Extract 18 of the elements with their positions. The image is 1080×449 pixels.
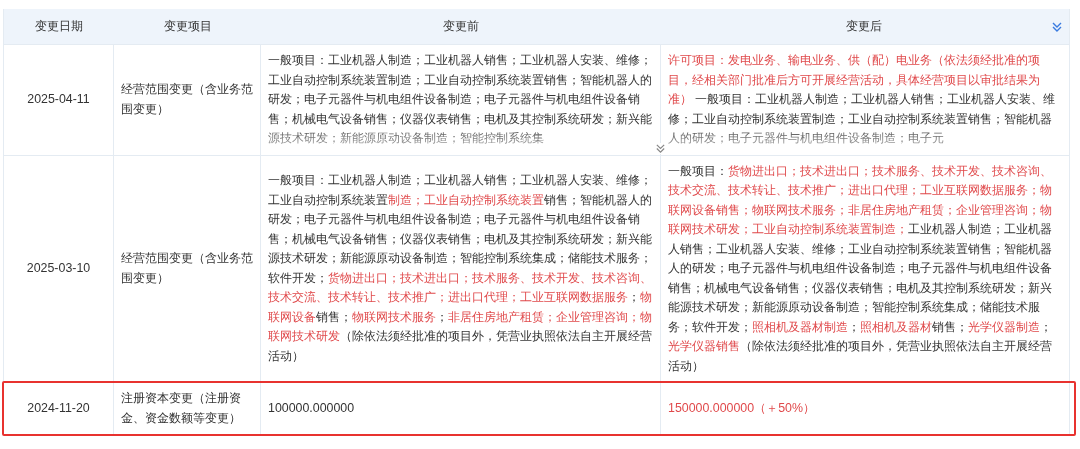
column-header: 变更日期: [35, 18, 83, 35]
after-text: 一般项目：货物进出口；技术进出口；技术服务、技术开发、技术咨询、技术交流、技术转让、技术推广；进出口代理；工业互联网数据服务；物联网设备销售；物联网技术服务；非居住房地产租赁；企业管理咨询；物联网技术研发；工业自动控制系统装置制造；工业机器人制造；工业机器人销售；工业机器人安装、维修；工业自动控制系统装置销售；智能机器人的研发；电子元器件与机电组件设备制造；电子元器件与机电组件设备销售；机械电气设备销售；仪器仪表销售；电机及其控制系统研发；新兴能源技术研发；新能源原动设备制造；智能控制系统集成；储能技术服务；软件开发；照相机及器材制造；照相机及器材销售；光学仪器制造； 光学仪器销售（除依法须经批准的项目外，凭营业执照依法自主开展经营活动）: [668, 162, 1053, 375]
column-header: 变更后: [846, 18, 882, 35]
before-text: 100000.000000: [268, 399, 355, 417]
after-text: 许可项目：发电业务、输电业务、供（配）电业务（依法须经批准的项目，经相关部门批准后方可开展经营活动，具体经营项目以审批结果为准） 一般项目：工业机器人制造；工业机器人销售；工业机器人安装、维修；工业自动控制系统装置制造；工业自动控制系统装置销售；智能机器人的研发；电子元器件与机电组件设备制造；电子元: [668, 52, 1057, 147]
before-text: 一般项目：工业机器人制造；工业机器人销售；工业机器人安装、维修；工业自动控制系统装置制造；工业自动控制系统装置销售；智能机器人的研发；电子元器件与机电组件设备制造；电子元器件与机电组件设备销售；机械电气设备销售；仪器仪表销售；电机及其控制系统研发；新兴能源技术研发；新能源原动设备制造；智能控制系统集: [268, 52, 653, 147]
date-cell-text: 2024-11-20: [27, 399, 90, 417]
double-chevron-icon[interactable]: [655, 142, 666, 154]
before-text: 一般项目：工业机器人制造；工业机器人销售；工业机器人安装、维修；工业自动控制系统装置制造；工业自动控制系统装置销售；智能机器人的研发；电子元器件与机电组件设备制造；电子元器件与机电组件设备销售；机械电气设备销售；仪器仪表销售；电机及其控制系统研发；新兴能源技术研发；新能源原动设备制造；智能控制系统集成；储能技术服务；软件开发；货物进出口；技术进出口；技术服务、技术开发、技术咨询、技术交流、技术转让、技术推广；进出口代理；工业互联网数据服务；物联网设备销售；物联网技术服务；非居住房地产租赁；企业管理咨询；物联网技术研发（除依法须经批准的项目外，凭营业执照依法自主开展经营活动）: [268, 172, 653, 365]
change-item-cell-text: 经营范围变更（含业务范围变更）: [121, 81, 253, 118]
double-chevron-icon[interactable]: [1051, 21, 1063, 33]
date-cell-text: 2025-04-11: [27, 91, 90, 108]
column-header: 变更前: [443, 18, 479, 35]
column-header: 变更项目: [163, 18, 212, 35]
change-item-cell-text: 注册资本变更（注册资金、资金数额等变更）: [121, 390, 242, 427]
after-text: 150000.000000（＋50%）: [668, 399, 815, 417]
change-item-cell-text: 经营范围变更（含业务范围变更）: [121, 250, 253, 287]
date-cell-text: 2025-03-10: [26, 260, 91, 277]
